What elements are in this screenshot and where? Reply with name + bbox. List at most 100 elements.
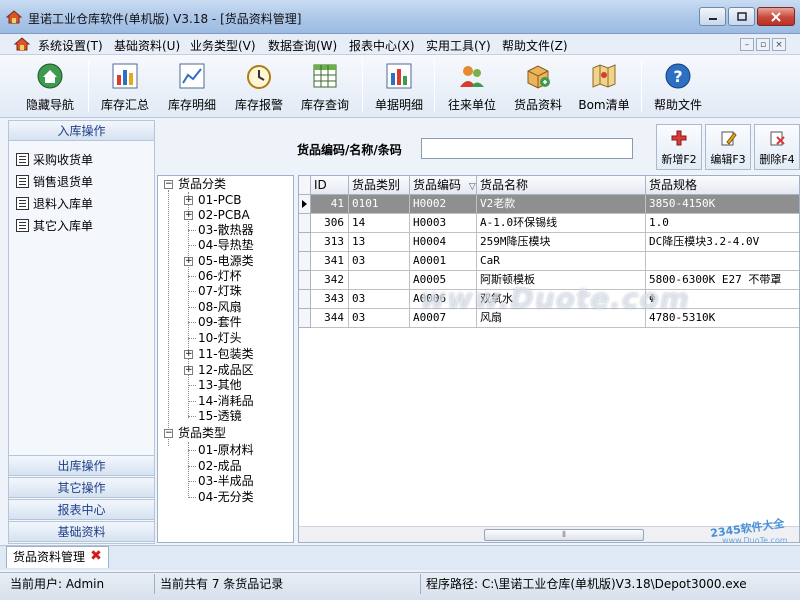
toolbar-stock-alarm-button[interactable]: 库存报警 [224,58,294,116]
expand-icon[interactable]: + [184,350,193,359]
table-cell[interactable]: H0003 [410,214,477,233]
menu-report-center[interactable]: 报表中心(X) [349,37,415,54]
close-button[interactable] [757,7,795,26]
toolbar-stock-detail-button[interactable]: 库存明细 [157,58,227,116]
minimize-button[interactable] [699,7,726,26]
toolbar-hide-nav-button[interactable]: 隐藏导航 [15,58,85,116]
mdi-restore-icon[interactable]: ▫ [756,38,770,51]
tree-node[interactable]: 03-散热器 [198,222,254,238]
tree-node[interactable]: 07-灯珠 [198,283,242,299]
mdi-close-icon[interactable]: × [772,38,786,51]
table-cell[interactable]: 313 [311,233,349,252]
tree-node[interactable]: 12-成品区 [198,362,254,378]
nav-header-outbound[interactable]: 出库操作 [8,455,155,476]
table-cell[interactable]: 风扇 [477,309,646,328]
table-cell[interactable]: 3850-4150K [646,195,799,214]
table-cell[interactable]: 03 [349,252,410,271]
column-header-name[interactable]: 货品名称 [477,176,646,195]
tree-node[interactable]: 03-半成品 [198,473,254,489]
mdi-minimize-icon[interactable]: – [740,38,754,51]
table-cell[interactable]: A0006 [410,290,477,309]
tree-node[interactable]: 04-导热垫 [198,237,254,253]
tree-node[interactable]: 04-无分类 [198,489,254,505]
table-cell[interactable]: 0101 [349,195,410,214]
toolbar-stock-query-button[interactable]: 库存查询 [290,58,360,116]
collapse-icon[interactable]: − [164,180,173,189]
nav-header-other[interactable]: 其它操作 [8,477,155,498]
menu-basic-data[interactable]: 基础资料(U) [114,37,180,54]
nav-item-sales-return[interactable]: 销售退货单 [16,172,93,190]
nav-item-material-return[interactable]: 退料入库单 [16,194,93,212]
table-cell[interactable]: 259M降压模块 [477,233,646,252]
table-cell[interactable]: Φ [646,290,799,309]
collapse-icon[interactable]: − [164,429,173,438]
toolbar-stock-summary-button[interactable]: 库存汇总 [90,58,160,116]
table-cell[interactable]: 03 [349,309,410,328]
scrollbar-thumb[interactable]: ⦀ [484,529,644,541]
tree-node-goods-category[interactable]: 货品分类 [178,176,226,192]
table-cell[interactable]: H0002 [410,195,477,214]
menu-data-query[interactable]: 数据查询(W) [268,37,337,54]
toolbar-help-button[interactable]: ? 帮助文件 [643,58,713,116]
table-cell[interactable] [349,271,410,290]
nav-item-other-inbound[interactable]: 其它入库单 [16,216,93,234]
table-cell[interactable]: A0005 [410,271,477,290]
menu-help[interactable]: 帮助文件(Z) [502,37,568,54]
tree-node[interactable]: 11-包装类 [198,346,254,362]
menu-system-settings[interactable]: 系统设置(T) [38,37,103,54]
tree-node[interactable]: 08-风扇 [198,299,242,315]
tree-node[interactable]: 14-消耗品 [198,393,254,409]
tree-node-goods-type[interactable]: 货品类型 [178,425,226,441]
table-cell[interactable]: DC降压模块3.2-4.0V [646,233,799,252]
table-cell[interactable]: 13 [349,233,410,252]
table-cell[interactable]: 双氧水 [477,290,646,309]
nav-header-basic-data[interactable]: 基础资料 [8,521,155,542]
table-cell[interactable]: 41 [311,195,349,214]
table-cell[interactable]: 343 [311,290,349,309]
table-cell[interactable]: 342 [311,271,349,290]
column-header-category[interactable]: 货品类别 [349,176,410,195]
tree-node[interactable]: 01-PCB [198,192,241,208]
table-cell[interactable]: A0001 [410,252,477,271]
tree-node[interactable]: 01-原材料 [198,442,254,458]
table-cell[interactable]: 5800-6300K E27 不带罩 [646,271,799,290]
table-cell[interactable]: 306 [311,214,349,233]
table-cell[interactable]: 341 [311,252,349,271]
table-cell[interactable]: 344 [311,309,349,328]
table-cell[interactable]: 4780-5310K [646,309,799,328]
table-cell[interactable]: H0004 [410,233,477,252]
table-cell[interactable]: CaR [477,252,646,271]
search-input[interactable] [421,138,633,159]
expand-icon[interactable]: + [184,257,193,266]
nav-item-purchase-receipt[interactable]: 采购收货单 [16,150,93,168]
tree-node[interactable]: 02-PCBA [198,207,250,223]
nav-header-inbound[interactable]: 入库操作 [8,120,155,141]
table-cell[interactable]: A-1.0环保锡线 [477,214,646,233]
category-tree[interactable]: − 货品分类 + 01-PCB + 02-PCBA 03-散热器 04-导热垫 … [157,175,294,543]
tree-node[interactable]: 02-成品 [198,458,242,474]
table-cell[interactable]: A0007 [410,309,477,328]
edit-button[interactable]: 编辑F3 [705,124,751,170]
tree-node[interactable]: 05-电源类 [198,253,254,269]
maximize-button[interactable] [728,7,755,26]
column-header-code[interactable]: 货品编码 ▽ [410,176,477,195]
tree-node[interactable]: 06-灯杯 [198,268,242,284]
tree-node[interactable]: 10-灯头 [198,330,242,346]
menu-business-type[interactable]: 业务类型(V) [190,37,256,54]
menu-utilities[interactable]: 实用工具(Y) [426,37,491,54]
toolbar-bom-list-button[interactable]: Bom清单 [569,58,639,116]
expand-icon[interactable]: + [184,211,193,220]
horizontal-scrollbar[interactable]: ⦀ [299,526,799,542]
nav-header-reports[interactable]: 报表中心 [8,499,155,520]
table-cell[interactable]: 1.0 [646,214,799,233]
column-header-spec[interactable]: 货品规格 [646,176,799,195]
delete-button[interactable]: 删除F4 [754,124,800,170]
table-cell[interactable]: V2老款 [477,195,646,214]
table-cell[interactable]: 14 [349,214,410,233]
close-tab-icon[interactable]: ✖ [89,549,103,563]
table-cell[interactable]: 阿斯顿模板 [477,271,646,290]
tree-node[interactable]: 13-其他 [198,377,242,393]
table-cell[interactable] [646,252,799,271]
toolbar-bill-detail-button[interactable]: 单据明细 [364,58,434,116]
toolbar-goods-info-button[interactable]: 货品资料 [503,58,573,116]
